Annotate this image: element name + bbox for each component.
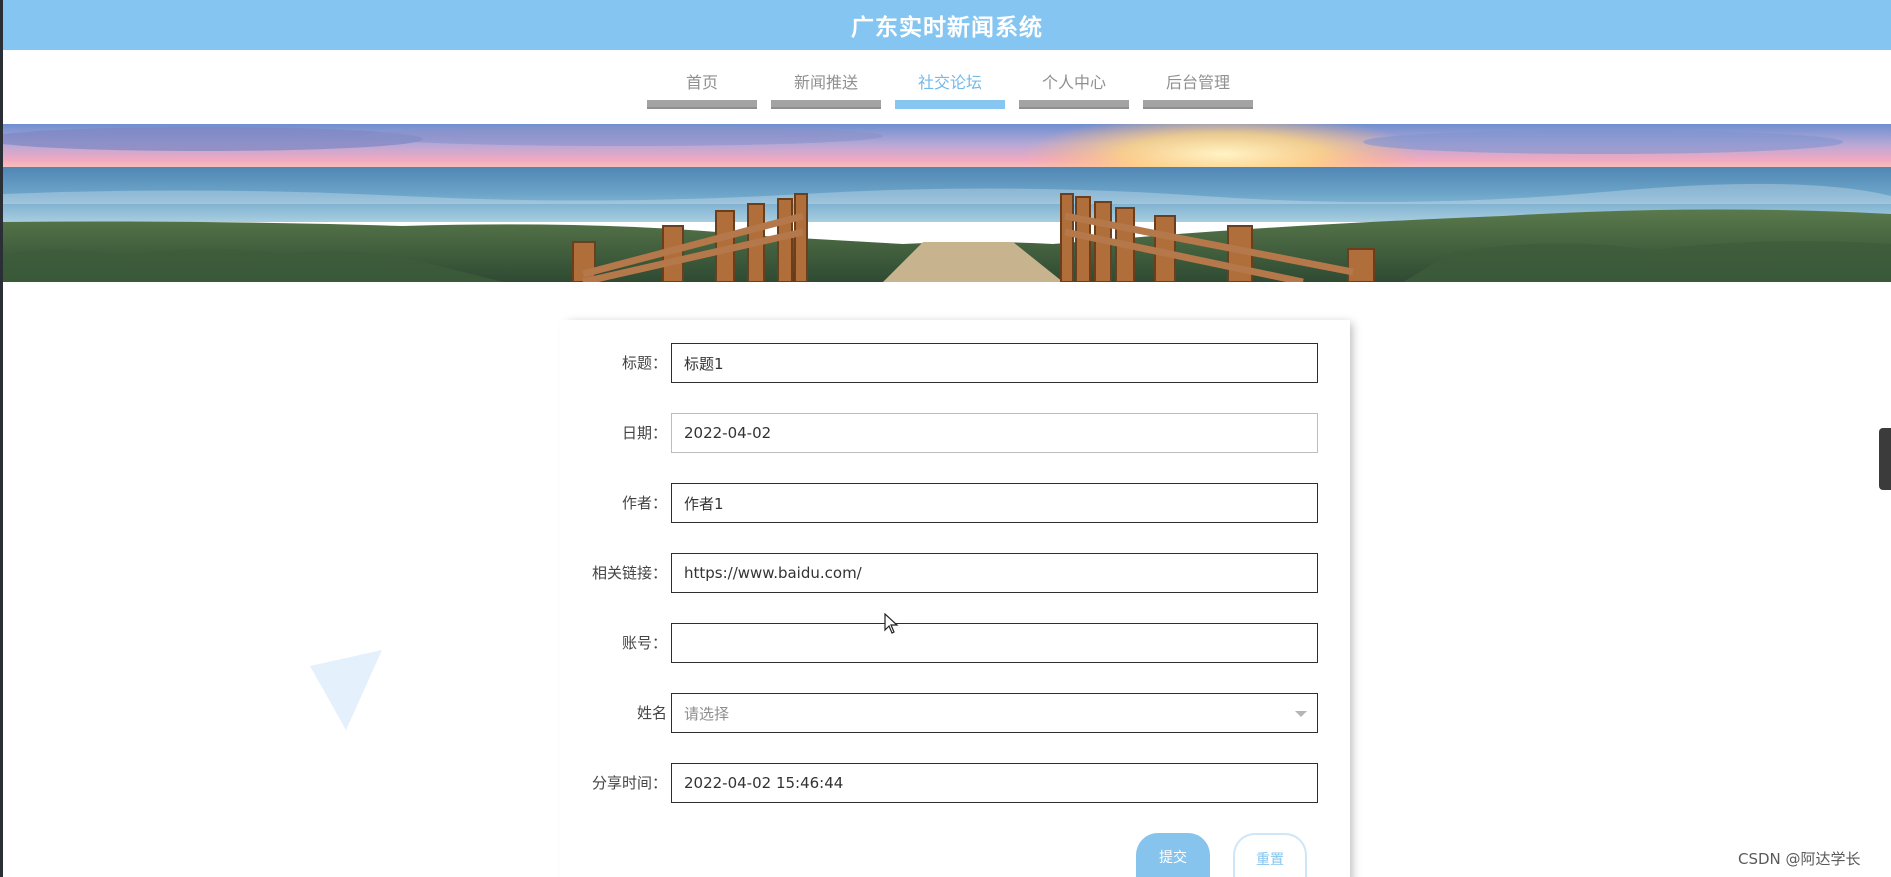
nav-item-label: 新闻推送 [793, 73, 858, 92]
nav-item-indicator [895, 100, 1005, 109]
field-label: 账号： [621, 634, 667, 652]
nav-item-personal-center[interactable]: 个人中心 [1019, 66, 1129, 109]
chevron-down-icon [1295, 711, 1307, 717]
side-scroll-handle[interactable] [1879, 428, 1891, 490]
nav-item-home[interactable]: 首页 [647, 66, 757, 109]
form-row-share-time: 分享时间： [560, 763, 1320, 803]
submit-button[interactable]: 提交 [1136, 833, 1210, 877]
name-select[interactable]: 请选择 [671, 693, 1318, 733]
field-label: 相关链接： [591, 564, 667, 582]
nav-item-social-forum[interactable]: 社交论坛 [895, 66, 1005, 109]
share-time-input[interactable] [671, 763, 1318, 803]
select-placeholder: 请选择 [684, 704, 730, 723]
nav-item-label: 个人中心 [1041, 73, 1106, 92]
decorative-triangle-shape [310, 650, 382, 730]
account-input[interactable] [671, 623, 1318, 663]
watermark-text: CSDN @阿达学长 [1738, 850, 1861, 868]
form-row-author: 作者： [560, 483, 1320, 523]
form-row-link: 相关链接： [560, 553, 1320, 593]
field-label: 姓名 [636, 704, 667, 722]
field-label: 日期： [621, 424, 667, 442]
page: 广东实时新闻系统 首页 新闻推送 社交论坛 个人中心 后台管理 标题： 标题1 … [0, 0, 1891, 877]
form-row-name: 姓名 请选择 [560, 693, 1320, 733]
nav-item-indicator [647, 100, 757, 109]
nav-item-label: 后台管理 [1165, 73, 1230, 92]
nav-item-indicator [1019, 100, 1129, 109]
field-label: 标题： [621, 354, 667, 372]
related-link-input[interactable] [671, 553, 1318, 593]
cursor-arrow-icon [884, 613, 899, 634]
main-nav: 首页 新闻推送 社交论坛 个人中心 后台管理 [647, 66, 1267, 109]
form-row-account: 账号： [560, 623, 1320, 663]
date-input[interactable] [671, 413, 1318, 453]
nav-item-indicator [1143, 100, 1253, 109]
field-label: 作者： [621, 494, 667, 512]
nav-item-label: 首页 [685, 73, 718, 92]
form-row-date: 日期： [560, 413, 1320, 453]
reset-button[interactable]: 重置 [1233, 833, 1307, 877]
form-row-title: 标题： [560, 343, 1320, 383]
site-title: 广东实时新闻系统 [851, 15, 1043, 41]
field-label: 分享时间： [591, 774, 667, 792]
nav-item-news-push[interactable]: 新闻推送 [771, 66, 881, 109]
nav-item-indicator [771, 100, 881, 109]
author-input[interactable] [671, 483, 1318, 523]
nav-item-label: 社交论坛 [917, 73, 982, 92]
share-form-card: 标题： 日期： 作者： 相关链接： 账号： 姓名 请选择 分享时 [560, 320, 1350, 877]
title-input[interactable] [671, 343, 1318, 383]
nav-item-admin[interactable]: 后台管理 [1143, 66, 1253, 109]
